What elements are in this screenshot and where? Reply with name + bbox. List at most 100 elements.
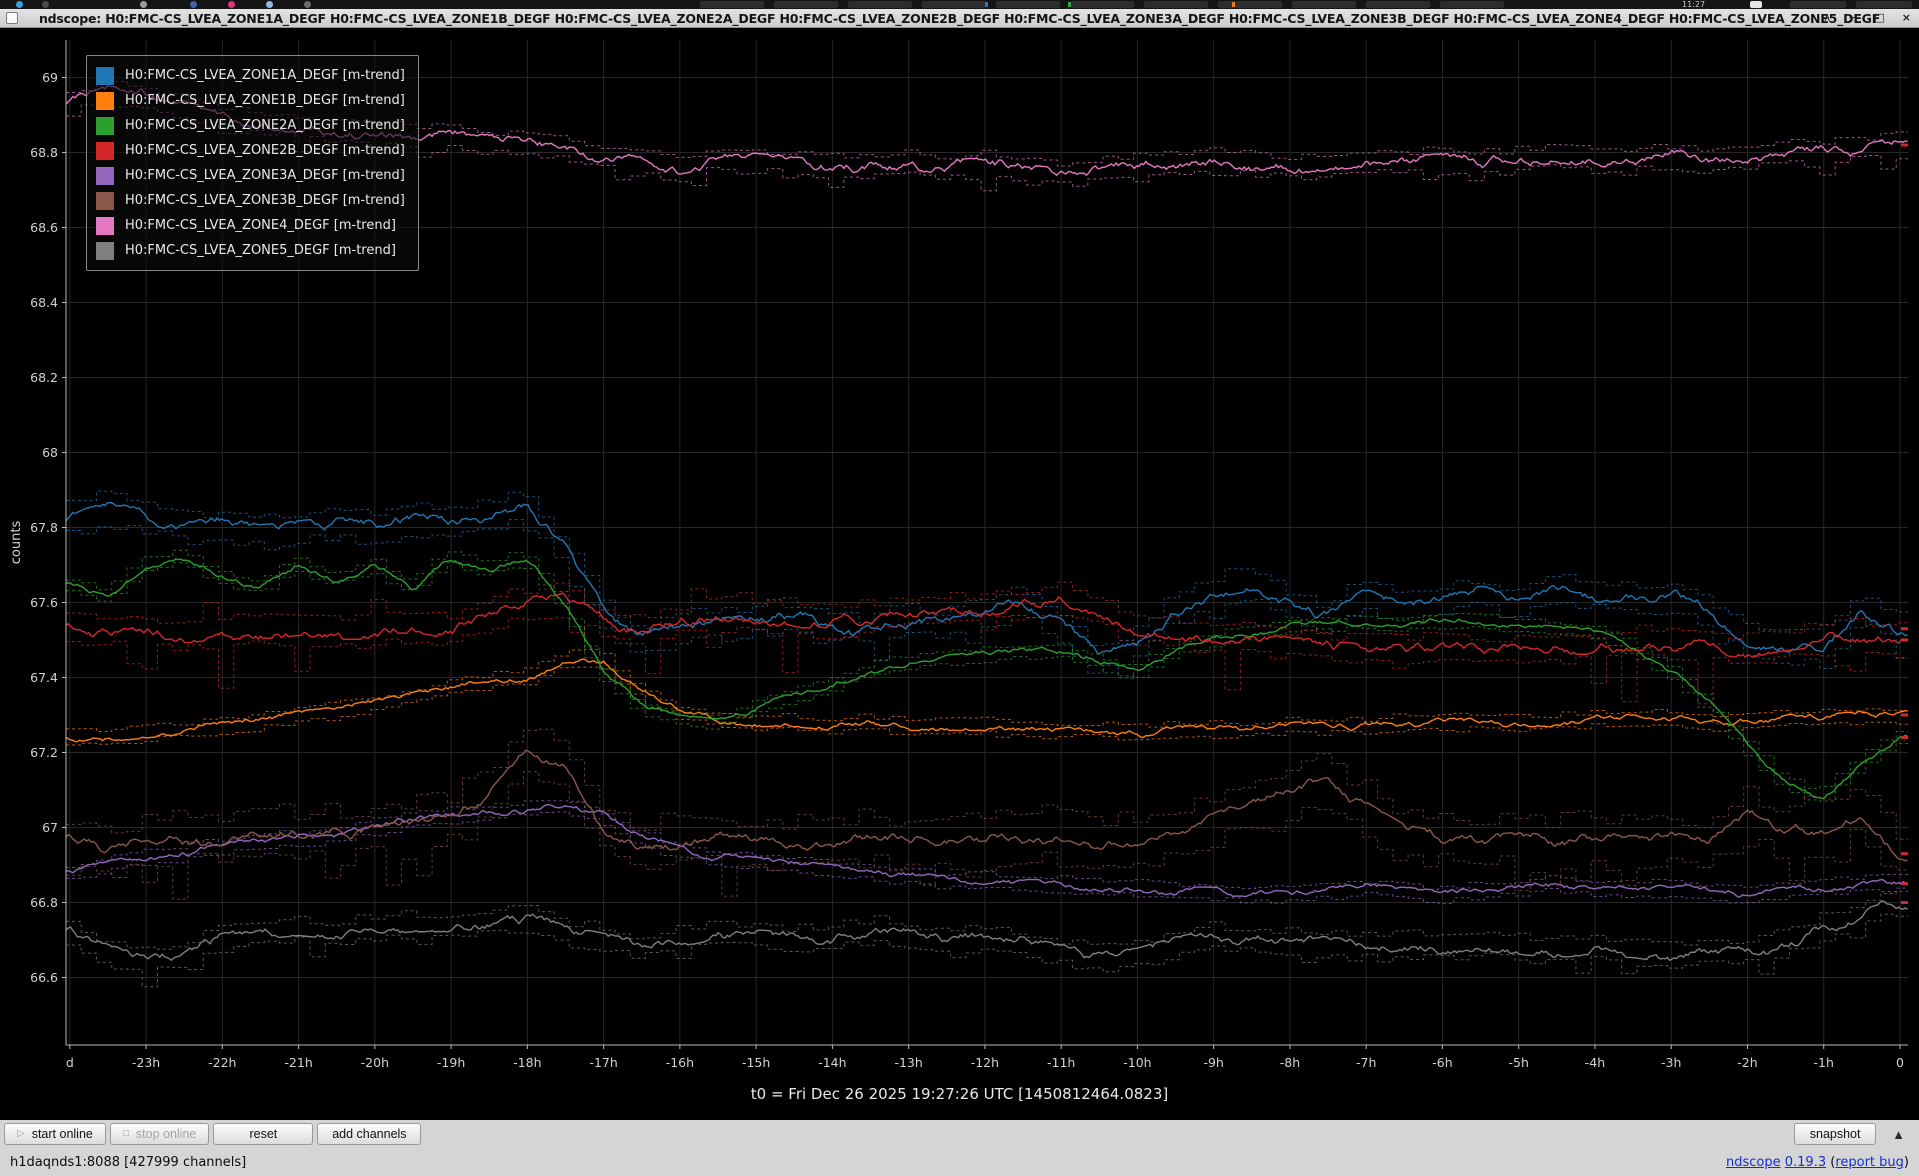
play-icon: ▷ bbox=[17, 1129, 25, 1139]
y-axis-tick-label: 68 bbox=[42, 445, 58, 460]
x-axis-tick-label: -9h bbox=[1203, 1055, 1223, 1070]
taskbar-app-icon[interactable] bbox=[266, 1, 273, 8]
maximize-window-icon[interactable]: □ bbox=[1874, 9, 1884, 27]
legend-color-swatch bbox=[96, 242, 114, 260]
taskbar-app-icon[interactable] bbox=[140, 1, 147, 8]
legend-item: H0:FMC-CS_LVEA_ZONE1A_DEGF [m-trend] bbox=[96, 63, 405, 88]
x-axis-tick-label: -13h bbox=[894, 1055, 922, 1070]
x-axis-tick-label: -2h bbox=[1737, 1055, 1757, 1070]
add-channels-button[interactable]: add channels bbox=[317, 1123, 421, 1145]
x-axis-tick-label: -14h bbox=[818, 1055, 846, 1070]
legend-item: H0:FMC-CS_LVEA_ZONE5_DEGF [m-trend] bbox=[96, 238, 405, 263]
legend-channel-label: H0:FMC-CS_LVEA_ZONE1A_DEGF [m-trend] bbox=[125, 68, 405, 83]
taskbar-window-button[interactable] bbox=[700, 1, 764, 8]
x-axis-tick-label: -4h bbox=[1585, 1055, 1605, 1070]
stop-online-button[interactable]: □ stop online bbox=[110, 1123, 210, 1145]
x-axis-tick-label: -20h bbox=[361, 1055, 389, 1070]
start-online-button[interactable]: ▷ start online bbox=[4, 1123, 106, 1145]
taskbar-window-button[interactable] bbox=[1292, 1, 1356, 8]
x-axis-tick-label: -15h bbox=[742, 1055, 770, 1070]
x-axis-tick-label: -5h bbox=[1509, 1055, 1529, 1070]
reset-button[interactable]: reset bbox=[213, 1123, 313, 1145]
x-axis-tick-label: -12h bbox=[971, 1055, 999, 1070]
legend-channel-label: H0:FMC-CS_LVEA_ZONE4_DEGF [m-trend] bbox=[125, 218, 396, 233]
shade-window-icon[interactable]: ∧ bbox=[1823, 9, 1831, 27]
legend-channel-label: H0:FMC-CS_LVEA_ZONE5_DEGF [m-trend] bbox=[125, 243, 396, 258]
x-axis-tick-label: -18h bbox=[513, 1055, 541, 1070]
y-axis-tick-label: 68.6 bbox=[30, 220, 58, 235]
ndscope-link[interactable]: ndscope bbox=[1726, 1155, 1781, 1170]
window-titlebar[interactable]: ndscope: H0:FMC-CS_LVEA_ZONE1A_DEGF H0:F… bbox=[0, 9, 1919, 28]
taskbar-app-icon[interactable] bbox=[190, 1, 197, 8]
y-axis-tick-label: 67.4 bbox=[30, 670, 58, 685]
legend-channel-label: H0:FMC-CS_LVEA_ZONE3A_DEGF [m-trend] bbox=[125, 168, 405, 183]
x-axis-tick-label: -19h bbox=[437, 1055, 465, 1070]
legend-item: H0:FMC-CS_LVEA_ZONE1B_DEGF [m-trend] bbox=[96, 88, 405, 113]
toolbar: ▷ start online □ stop online reset add c… bbox=[0, 1120, 1919, 1148]
x-axis-tick-label: 0 bbox=[1896, 1055, 1904, 1070]
x-axis-tick-label: -11h bbox=[1047, 1055, 1075, 1070]
legend-item: H0:FMC-CS_LVEA_ZONE3B_DEGF [m-trend] bbox=[96, 188, 405, 213]
legend-item: H0:FMC-CS_LVEA_ZONE2A_DEGF [m-trend] bbox=[96, 113, 405, 138]
taskbar-window-button[interactable] bbox=[1440, 1, 1504, 8]
legend-color-swatch bbox=[96, 67, 114, 85]
legend-item: H0:FMC-CS_LVEA_ZONE3A_DEGF [m-trend] bbox=[96, 163, 405, 188]
ndscope-window: 11:27 ndscope: H0:FMC-CS_LVEA_ZONE1A_DEG… bbox=[0, 0, 1919, 1176]
report-bug-link[interactable]: report bug bbox=[1835, 1155, 1904, 1170]
legend: H0:FMC-CS_LVEA_ZONE1A_DEGF [m-trend] H0:F… bbox=[86, 55, 419, 271]
y-axis-tick-label: 69 bbox=[42, 70, 58, 85]
window-icon bbox=[6, 12, 18, 24]
x-axis-tick-label: -7h bbox=[1356, 1055, 1376, 1070]
x-axis-tick-label: -16h bbox=[666, 1055, 694, 1070]
taskbar-window-button[interactable] bbox=[774, 1, 838, 8]
y-axis-tick-label: 68.2 bbox=[30, 370, 58, 385]
server-status: h1daqnds1:8088 [427999 channels] bbox=[10, 1155, 246, 1170]
taskbar-app-icon[interactable] bbox=[16, 1, 23, 8]
taskbar-activity-indicator[interactable] bbox=[1232, 2, 1235, 7]
taskbar-window-button[interactable] bbox=[848, 1, 912, 8]
minimize-window-icon[interactable]: − bbox=[1848, 9, 1857, 27]
legend-item: H0:FMC-CS_LVEA_ZONE2B_DEGF [m-trend] bbox=[96, 138, 405, 163]
y-axis-tick-label: 66.6 bbox=[30, 970, 58, 985]
x-axis-tick-label: d bbox=[66, 1055, 74, 1070]
taskbar-window-button[interactable] bbox=[1366, 1, 1430, 8]
legend-color-swatch bbox=[96, 142, 114, 160]
taskbar-app-icon[interactable] bbox=[42, 1, 49, 8]
taskbar-activity-indicator[interactable] bbox=[1068, 2, 1071, 7]
taskbar-window-button[interactable] bbox=[996, 1, 1060, 8]
taskbar-tray-icon[interactable] bbox=[1750, 1, 1762, 8]
os-taskbar[interactable]: 11:27 bbox=[0, 0, 1919, 9]
taskbar-activity-indicator[interactable] bbox=[985, 2, 988, 7]
taskbar-app-icon[interactable] bbox=[304, 1, 311, 8]
legend-item: H0:FMC-CS_LVEA_ZONE4_DEGF [m-trend] bbox=[96, 213, 405, 238]
taskbar-window-button[interactable] bbox=[1070, 1, 1134, 8]
legend-color-swatch bbox=[96, 117, 114, 135]
taskbar-window-button[interactable] bbox=[1790, 1, 1846, 8]
y-axis-tick-label: 67.2 bbox=[30, 745, 58, 760]
y-axis-tick-label: 67 bbox=[42, 820, 58, 835]
taskbar-app-icon[interactable] bbox=[228, 1, 235, 8]
x-axis-tick-label: -10h bbox=[1123, 1055, 1151, 1070]
version-link[interactable]: 0.19.3 bbox=[1785, 1155, 1826, 1170]
y-axis-tick-label: 66.8 bbox=[30, 895, 58, 910]
x-axis-tick-label: -8h bbox=[1280, 1055, 1300, 1070]
start-online-label: start online bbox=[32, 1127, 93, 1141]
taskbar-window-button[interactable] bbox=[1144, 1, 1208, 8]
snapshot-button[interactable]: snapshot bbox=[1794, 1123, 1876, 1145]
legend-color-swatch bbox=[96, 92, 114, 110]
close-window-icon[interactable]: × bbox=[1902, 9, 1911, 27]
y-axis-tick-label: 68.8 bbox=[30, 145, 58, 160]
taskbar-clock: 11:27 bbox=[1682, 0, 1705, 9]
x-axis-tick-label: -17h bbox=[589, 1055, 617, 1070]
taskbar-window-button[interactable] bbox=[1856, 1, 1912, 8]
y-axis-label: counts bbox=[9, 521, 24, 565]
stop-online-label: stop online bbox=[136, 1127, 196, 1141]
taskbar-window-button[interactable] bbox=[922, 1, 986, 8]
expand-triangle-icon[interactable]: ▲ bbox=[1886, 1126, 1911, 1143]
legend-channel-label: H0:FMC-CS_LVEA_ZONE2A_DEGF [m-trend] bbox=[125, 118, 405, 133]
taskbar-window-button[interactable] bbox=[1218, 1, 1282, 8]
legend-color-swatch bbox=[96, 217, 114, 235]
y-axis-tick-label: 67.8 bbox=[30, 520, 58, 535]
paren-close: ) bbox=[1904, 1155, 1909, 1170]
status-bar: h1daqnds1:8088 [427999 channels] ndscope… bbox=[0, 1148, 1919, 1176]
